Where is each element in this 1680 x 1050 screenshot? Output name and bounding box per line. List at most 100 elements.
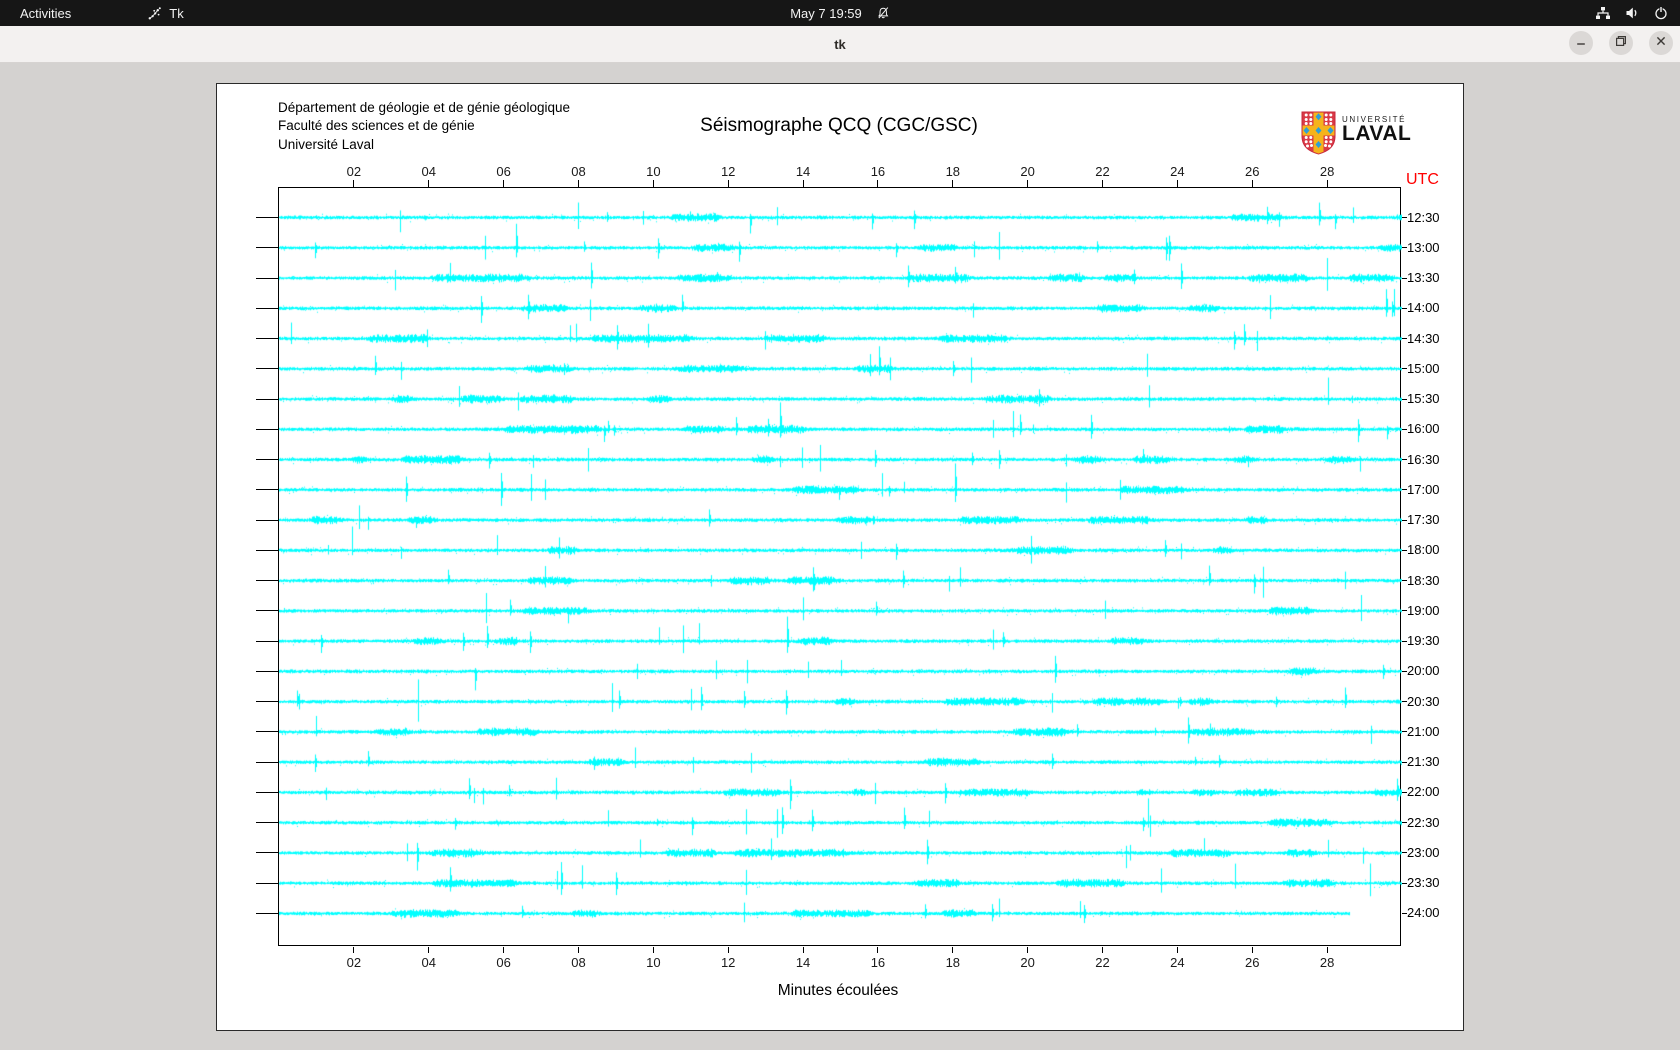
- row-time-label: 18:00: [1407, 542, 1440, 558]
- x-tick-bottom: [802, 947, 804, 953]
- close-icon: [1654, 34, 1668, 53]
- x-tick-label-top: 24: [1170, 164, 1185, 179]
- utc-axis-label: UTC: [1406, 171, 1439, 188]
- row-time-label: 20:30: [1407, 693, 1440, 709]
- row-time-label: 13:00: [1407, 239, 1440, 255]
- row-time-label: 12:30: [1407, 209, 1440, 225]
- x-tick-label-bottom: 22: [1095, 955, 1110, 970]
- x-tick-top: [577, 180, 579, 188]
- seismic-traces: [279, 188, 1402, 947]
- row-tick-left: [256, 247, 279, 249]
- x-tick-bottom: [952, 947, 954, 953]
- x-tick-top: [1326, 180, 1328, 188]
- row-tick-left: [256, 307, 279, 309]
- x-tick-label-top: 02: [346, 164, 362, 179]
- row-time-label: 22:00: [1407, 784, 1440, 800]
- row-time-label: 21:00: [1407, 723, 1440, 739]
- x-tick-top: [353, 180, 355, 188]
- x-tick-top: [1102, 180, 1104, 188]
- minimize-icon: [1574, 34, 1588, 53]
- x-tick-top: [503, 180, 505, 188]
- x-tick-bottom: [1251, 947, 1253, 953]
- x-tick-bottom: [1176, 947, 1178, 953]
- x-tick-label-top: 20: [1020, 164, 1035, 179]
- row-tick-left: [256, 701, 279, 703]
- x-tick-label-bottom: 02: [346, 955, 362, 970]
- x-tick-label-top: 10: [646, 164, 661, 179]
- row-time-label: 19:30: [1407, 633, 1440, 649]
- x-tick-label-top: 22: [1095, 164, 1110, 179]
- x-tick-label-bottom: 14: [795, 955, 811, 970]
- x-tick-top: [952, 180, 954, 188]
- x-tick-label-bottom: 06: [496, 955, 511, 970]
- row-time-label: 22:30: [1407, 814, 1440, 830]
- row-tick-left: [256, 852, 279, 854]
- row-time-label: 21:30: [1407, 754, 1440, 770]
- x-tick-label-top: 16: [870, 164, 886, 179]
- x-tick-top: [652, 180, 654, 188]
- row-tick-left: [256, 368, 279, 370]
- x-tick-label-top: 18: [945, 164, 961, 179]
- x-tick-label-bottom: 18: [945, 955, 961, 970]
- plot-title: Séismographe QCQ (CGC/GSC): [700, 115, 978, 136]
- row-tick-left: [256, 549, 279, 551]
- row-tick-left: [256, 398, 279, 400]
- maximize-button[interactable]: [1609, 31, 1633, 55]
- row-time-label: 17:00: [1407, 481, 1440, 497]
- x-tick-top: [428, 180, 430, 188]
- power-icon: [1654, 6, 1668, 20]
- institution-line: Département de géologie et de génie géol…: [278, 100, 570, 115]
- volume-icon: [1625, 6, 1640, 20]
- x-tick-label-bottom: 20: [1020, 955, 1035, 970]
- row-time-label: 15:00: [1407, 360, 1440, 376]
- x-tick-label-top: 06: [496, 164, 511, 179]
- x-tick-label-top: 14: [795, 164, 811, 179]
- x-tick-top: [1176, 180, 1178, 188]
- minimize-button[interactable]: [1569, 31, 1593, 55]
- tk-icon: [147, 6, 162, 21]
- gnome-top-bar: Activities Tk May 7 19:59: [0, 0, 1680, 26]
- window-title: tk: [834, 36, 846, 52]
- row-tick-left: [256, 731, 279, 733]
- x-tick-bottom: [1027, 947, 1029, 953]
- x-tick-label-bottom: 28: [1319, 955, 1335, 970]
- row-time-label: 23:30: [1407, 875, 1440, 891]
- x-tick-bottom: [652, 947, 654, 953]
- seismograph-plot: UTC 02 02 04 04 06 06 08 08 10 10 12 12 14 14 16 16 18 18…: [256, 164, 1440, 970]
- clock-menu[interactable]: May 7 19:59: [790, 6, 890, 21]
- row-tick-left: [256, 610, 279, 612]
- tk-window-content: Département de géologie et de génie géol…: [0, 64, 1680, 1050]
- row-tick-left: [256, 519, 279, 521]
- window-titlebar[interactable]: tk: [0, 26, 1680, 63]
- x-tick-label-top: 12: [720, 164, 736, 179]
- row-tick-left: [256, 640, 279, 642]
- row-tick-left: [256, 580, 279, 582]
- row-time-label: 23:00: [1407, 844, 1440, 860]
- x-tick-top: [877, 180, 879, 188]
- institution-block: Département de géologie et de génie géol…: [278, 99, 570, 154]
- x-tick-label-bottom: 04: [421, 955, 436, 970]
- notifications-muted-icon: [876, 6, 890, 20]
- row-tick-left: [256, 277, 279, 279]
- x-tick-bottom: [1326, 947, 1328, 953]
- row-time-label: 17:30: [1407, 512, 1440, 528]
- row-tick-left: [256, 459, 279, 461]
- row-time-label: 16:00: [1407, 421, 1440, 437]
- activities-button[interactable]: Activities: [0, 6, 87, 21]
- app-menu-tk[interactable]: Tk: [147, 5, 184, 21]
- x-tick-top: [802, 180, 804, 188]
- row-time-label: 16:30: [1407, 451, 1440, 467]
- x-tick-label-top: 04: [421, 164, 436, 179]
- close-button[interactable]: [1649, 31, 1673, 55]
- x-axis-title: Minutes écoulées: [777, 982, 899, 999]
- x-tick-bottom: [577, 947, 579, 953]
- app-menu-label: Tk: [169, 5, 184, 21]
- row-tick-left: [256, 791, 279, 793]
- system-status-area[interactable]: [1595, 6, 1668, 20]
- row-tick-left: [256, 428, 279, 430]
- x-tick-bottom: [877, 947, 879, 953]
- row-time-label: 15:30: [1407, 391, 1440, 407]
- x-tick-label-top: 28: [1319, 164, 1335, 179]
- row-tick-left: [256, 489, 279, 491]
- x-tick-top: [727, 180, 729, 188]
